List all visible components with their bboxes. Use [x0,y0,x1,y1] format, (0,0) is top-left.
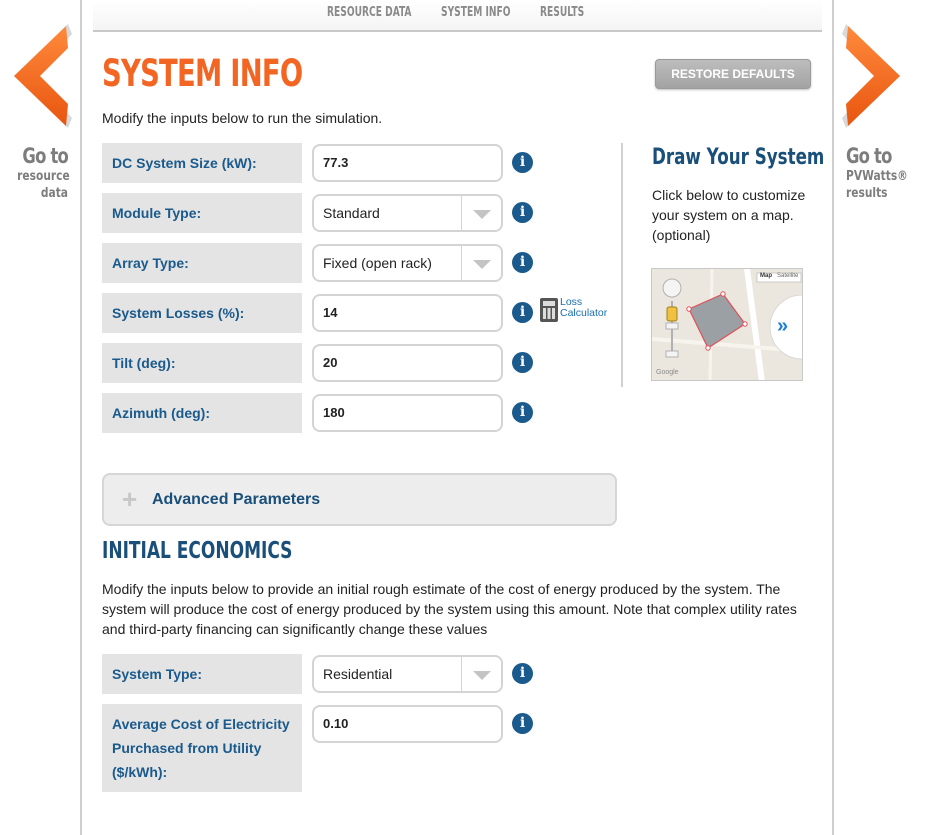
draw-system-description: Click below to customize your system on … [652,187,806,243]
nav-left-line1: resource [17,169,70,184]
chevron-down-icon [461,657,501,691]
go-to-results-link[interactable]: Go to PVWatts® results [846,144,926,202]
prev-arrow-icon[interactable] [10,22,74,130]
info-icon[interactable]: i [512,663,533,684]
system-losses-input[interactable]: 14 [312,294,503,332]
draw-system-title: Draw Your System [652,145,825,170]
chevron-down-icon [461,196,501,230]
nav-right-line1: PVWatts® [846,169,908,184]
go-to-resource-data-link[interactable]: Go to resource data [6,144,70,202]
field-label: DC System Size (kW): [102,143,302,183]
tab-system-info[interactable]: SYSTEM INFO [441,5,510,20]
loss-calculator-link[interactable]: Loss Calculator [540,297,610,325]
double-chevron-right-icon[interactable]: » [777,315,788,338]
top-navigation: RESOURCE DATA SYSTEM INFO RESULTS [93,0,822,32]
field-label: Azimuth (deg): [102,393,302,433]
right-frame-line [832,0,834,835]
map-type-button-map[interactable]: Map [760,273,772,279]
tab-resource-data[interactable]: RESOURCE DATA [327,5,411,20]
electricity-cost-input[interactable]: 0.10 [312,705,503,743]
select-value: Standard [323,205,380,221]
nav-right-line2: results [846,186,888,201]
go-to-label: Go to [846,144,892,168]
select-value: Fixed (open rack) [323,255,432,271]
map-type-button-satellite[interactable]: Satellite [777,273,798,279]
go-to-label: Go to [22,144,68,168]
vertical-divider [621,143,623,387]
loss-calculator-line2: Calculator [560,307,608,319]
plus-icon: + [122,484,138,514]
economics-title: INITIAL ECONOMICS [102,538,293,564]
advanced-parameters-label: Advanced Parameters [152,491,321,508]
info-icon[interactable]: i [512,202,533,223]
select-value: Residential [323,666,393,682]
draw-system-map-thumbnail[interactable]: Map Satellite Google » [651,268,803,381]
calculator-icon [540,298,558,322]
field-label: Array Type: [102,243,302,283]
dc-system-size-input[interactable]: 77.3 [312,144,503,182]
info-icon[interactable]: i [512,252,533,273]
tilt-input[interactable]: 20 [312,344,503,382]
field-label: System Type: [102,654,302,694]
info-icon[interactable]: i [512,352,533,373]
info-icon[interactable]: i [512,713,533,734]
array-type-select[interactable]: Fixed (open rack) [312,244,503,282]
info-icon[interactable]: i [512,152,533,173]
info-icon[interactable]: i [512,402,533,423]
map-watermark: Google [656,369,679,376]
loss-calculator-label: Loss Calculator [560,297,607,319]
module-type-select[interactable]: Standard [312,194,503,232]
next-arrow-icon[interactable] [840,22,904,130]
field-label: System Losses (%): [102,293,302,333]
info-icon[interactable]: i [512,302,533,323]
tab-results[interactable]: RESULTS [540,5,584,20]
restore-defaults-button[interactable]: RESTORE DEFAULTS [655,59,811,89]
page-title: SYSTEM INFO [102,52,303,95]
intro-text: Modify the inputs below to run the simul… [102,110,383,126]
chevron-down-icon [461,246,501,280]
azimuth-input[interactable]: 180 [312,394,503,432]
field-label: Average Cost of Electricity Purchased fr… [102,704,302,792]
left-frame-line [80,0,82,835]
field-label: Tilt (deg): [102,343,302,383]
field-label: Module Type: [102,193,302,233]
advanced-parameters-toggle[interactable]: + Advanced Parameters [102,473,617,526]
system-type-select[interactable]: Residential [312,655,503,693]
economics-description: Modify the inputs below to provide an in… [102,581,797,637]
nav-left-line2: data [40,186,68,201]
